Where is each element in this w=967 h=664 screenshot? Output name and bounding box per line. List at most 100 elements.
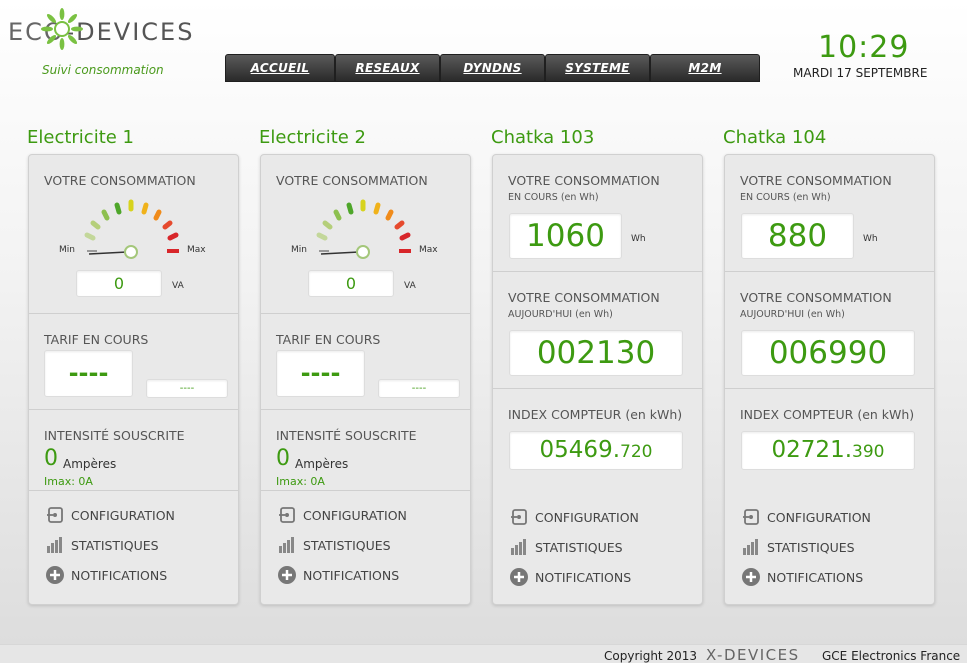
tarif-value: ---- — [44, 350, 133, 397]
plus-circle-icon — [509, 567, 529, 587]
panel-title-electricite-1: Electricite 1 — [27, 127, 135, 148]
config-label: CONFIGURATION — [767, 509, 871, 525]
clock-date: MARDI 17 SEPTEMBRE — [793, 66, 928, 80]
notifications-label: NOTIFICATIONS — [535, 569, 632, 585]
intensity-label: INTENSITÉ SOUSCRITE — [44, 428, 185, 443]
plus-circle-icon — [45, 565, 65, 585]
current-value: 880 — [741, 213, 854, 259]
notifications-label: NOTIFICATIONS — [71, 567, 168, 583]
index-value: 05469.720 — [509, 431, 683, 470]
index-section: INDEX COMPTEUR (en kWh) 05469.720 — [493, 389, 702, 493]
amp-value: 0 — [276, 446, 290, 471]
config-icon — [741, 507, 761, 527]
consumption-section: VOTRE CONSOMMATION Min Max 0 VA — [261, 155, 470, 314]
panel-title-chatka-104: Chatka 104 — [723, 127, 827, 148]
panel-chatka-104: VOTRE CONSOMMATION EN COURS (en Wh) 880 … — [724, 154, 935, 605]
panel-chatka-103: VOTRE CONSOMMATION EN COURS (en Wh) 1060… — [492, 154, 703, 605]
intensity-label: INTENSITÉ SOUSCRITE — [276, 428, 417, 443]
stats-link[interactable]: STATISTIQUES — [741, 536, 855, 558]
config-link[interactable]: CONFIGURATION — [45, 504, 175, 526]
stats-link[interactable]: STATISTIQUES — [277, 534, 391, 556]
tarif-small-value: ---- — [146, 379, 228, 398]
stats-link[interactable]: STATISTIQUES — [45, 534, 159, 556]
config-link[interactable]: CONFIGURATION — [741, 506, 871, 528]
power-unit: VA — [172, 281, 184, 291]
current-consumption-section: VOTRE CONSOMMATION EN COURS (en Wh) 1060… — [493, 155, 702, 272]
config-link[interactable]: CONFIGURATION — [277, 504, 407, 526]
index-int: 02721. — [771, 437, 853, 463]
config-link[interactable]: CONFIGURATION — [509, 506, 639, 528]
nav-systeme[interactable]: SYSTEME — [545, 54, 650, 82]
stats-label: STATISTIQUES — [767, 539, 855, 555]
main-nav: ACCUEIL RESEAUX DYNDNS SYSTEME M2M — [225, 54, 760, 84]
nav-accueil[interactable]: ACCUEIL — [225, 54, 335, 82]
today-sub-label: AUJOURD'HUI (en Wh) — [740, 309, 845, 320]
logo: ECO-DEVICES — [8, 8, 223, 52]
gauge-max-label: Max — [187, 245, 206, 255]
stats-label: STATISTIQUES — [71, 537, 159, 553]
bar-chart-icon — [509, 537, 529, 557]
current-consumption-section: VOTRE CONSOMMATION EN COURS (en Wh) 880 … — [725, 155, 934, 272]
config-icon — [509, 507, 529, 527]
panel-electricite-1: VOTRE CONSOMMATION Min Max 0 VA TARIF EN — [28, 154, 239, 605]
footer: Copyright 2013 X-DEVICES GCE Electronics… — [0, 644, 967, 664]
current-unit: Wh — [863, 234, 878, 244]
index-dec: 390 — [852, 442, 885, 462]
index-dec: 720 — [620, 442, 653, 462]
amp-unit: Ampères — [295, 457, 349, 471]
config-icon — [45, 505, 65, 525]
panel-title-electricite-2: Electricite 2 — [259, 127, 367, 148]
nav-dyndns[interactable]: DYNDNS — [440, 54, 545, 82]
notifications-link[interactable]: NOTIFICATIONS — [741, 566, 863, 588]
tarif-label: TARIF EN COURS — [44, 332, 149, 347]
stats-label: STATISTIQUES — [303, 537, 391, 553]
footer-company: GCE Electronics France — [822, 649, 961, 663]
intensity-section: INTENSITÉ SOUSCRITE 0 Ampères Imax: 0A — [29, 410, 238, 491]
bar-chart-icon — [741, 537, 761, 557]
tarif-label: TARIF EN COURS — [276, 332, 381, 347]
tarif-section: TARIF EN COURS ---- ---- — [29, 314, 238, 410]
footer-copyright: Copyright 2013 — [604, 649, 697, 663]
power-unit: VA — [404, 281, 416, 291]
today-label: VOTRE CONSOMMATION — [740, 290, 892, 305]
consumption-label: VOTRE CONSOMMATION — [276, 173, 428, 188]
config-icon — [277, 505, 297, 525]
today-label: VOTRE CONSOMMATION — [508, 290, 660, 305]
today-consumption-section: VOTRE CONSOMMATION AUJOURD'HUI (en Wh) 0… — [725, 272, 934, 389]
config-label: CONFIGURATION — [535, 509, 639, 525]
imax-value: Imax: 0A — [276, 475, 325, 488]
tarif-value: ---- — [276, 350, 365, 397]
gauge-icon — [316, 199, 411, 259]
index-label: INDEX COMPTEUR (en kWh) — [740, 407, 915, 422]
consumption-section: VOTRE CONSOMMATION Min Max 0 VA — [29, 155, 238, 314]
logo-text: ECO-DEVICES — [8, 18, 194, 46]
power-value: 0 — [76, 270, 162, 297]
panel-title-chatka-103: Chatka 103 — [491, 127, 595, 148]
today-consumption-section: VOTRE CONSOMMATION AUJOURD'HUI (en Wh) 0… — [493, 272, 702, 389]
current-sub-label: EN COURS (en Wh) — [740, 192, 831, 203]
tarif-small-value: ---- — [378, 379, 460, 398]
consumption-label: VOTRE CONSOMMATION — [508, 173, 660, 188]
config-label: CONFIGURATION — [71, 507, 175, 523]
notifications-link[interactable]: NOTIFICATIONS — [277, 564, 399, 586]
notifications-link[interactable]: NOTIFICATIONS — [509, 566, 631, 588]
nav-reseaux[interactable]: RESEAUX — [335, 54, 440, 82]
clock-time: 10:29 — [818, 30, 910, 65]
index-value: 02721.390 — [741, 431, 915, 470]
today-value: 006990 — [741, 330, 915, 376]
stats-link[interactable]: STATISTIQUES — [509, 536, 623, 558]
sunflower-icon — [41, 8, 83, 50]
logo-text-devices: -DEVICES — [65, 18, 195, 46]
index-section: INDEX COMPTEUR (en kWh) 02721.390 — [725, 389, 934, 493]
consumption-label: VOTRE CONSOMMATION — [44, 173, 196, 188]
notifications-link[interactable]: NOTIFICATIONS — [45, 564, 167, 586]
amp-unit: Ampères — [63, 457, 117, 471]
power-value: 0 — [308, 270, 394, 297]
current-unit: Wh — [631, 234, 646, 244]
gauge-icon — [84, 199, 179, 259]
notifications-label: NOTIFICATIONS — [303, 567, 400, 583]
consumption-label: VOTRE CONSOMMATION — [740, 173, 892, 188]
tarif-section: TARIF EN COURS ---- ---- — [261, 314, 470, 410]
imax-value: Imax: 0A — [44, 475, 93, 488]
nav-m2m[interactable]: M2M — [650, 54, 760, 82]
